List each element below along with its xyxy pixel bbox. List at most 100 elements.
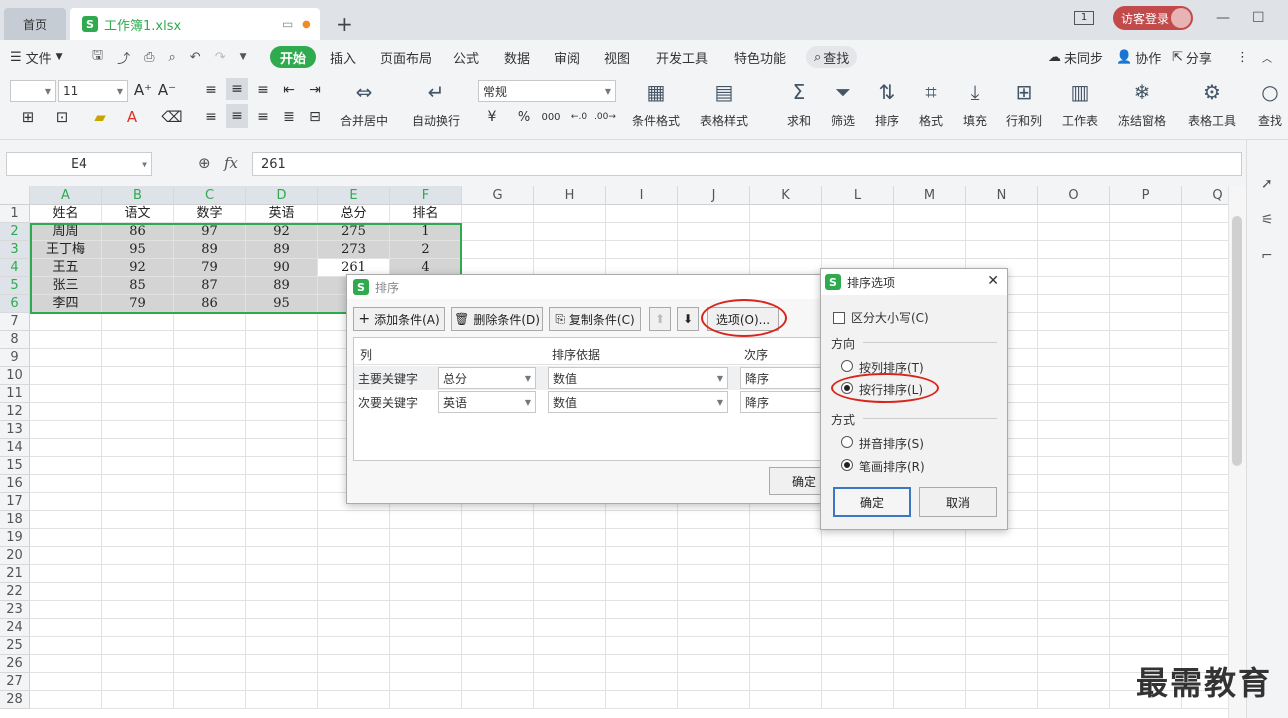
grid-cell[interactable] [30, 601, 102, 619]
row-header[interactable]: 18 [0, 511, 30, 529]
grid-cell[interactable] [1038, 421, 1110, 439]
options-ok-button[interactable]: 确定 [833, 487, 911, 517]
grid-cell[interactable] [894, 637, 966, 655]
export-icon[interactable]: ⤴ [117, 48, 130, 67]
grid-cell[interactable] [1182, 313, 1228, 331]
menu-tab-data[interactable]: 数据 [504, 46, 530, 68]
grid-cell[interactable] [1110, 205, 1182, 223]
grid-cell[interactable] [246, 673, 318, 691]
grid-cell[interactable] [318, 601, 390, 619]
grid-cell[interactable] [1110, 565, 1182, 583]
grid-cell[interactable] [30, 547, 102, 565]
grid-cell[interactable] [1038, 457, 1110, 475]
indent-decrease-icon[interactable]: ⇤ [278, 80, 300, 100]
grid-cell[interactable] [102, 583, 174, 601]
grid-cell[interactable]: 张三 [30, 277, 102, 295]
indent-increase-icon[interactable]: ⇥ [304, 80, 326, 100]
grid-cell[interactable]: 86 [174, 295, 246, 313]
grid-cell[interactable] [534, 511, 606, 529]
formula-input[interactable]: 261 [252, 152, 1242, 176]
grid-cell[interactable]: 87 [174, 277, 246, 295]
grid-cell[interactable] [606, 637, 678, 655]
primary-order-select[interactable]: 降序 [740, 367, 824, 389]
grid-cell[interactable] [678, 673, 750, 691]
grid-cell[interactable] [1038, 637, 1110, 655]
grid-cell[interactable]: 92 [102, 259, 174, 277]
grid-cell[interactable] [102, 601, 174, 619]
grid-cell[interactable] [30, 565, 102, 583]
fill-button[interactable]: ⤓ 填充 [962, 80, 988, 129]
grid-cell[interactable] [174, 457, 246, 475]
options-cancel-button[interactable]: 取消 [919, 487, 997, 517]
grid-cell[interactable] [1110, 313, 1182, 331]
grid-cell[interactable] [174, 367, 246, 385]
grid-cell[interactable] [390, 655, 462, 673]
grid-cell[interactable] [678, 655, 750, 673]
grid-cell[interactable] [534, 619, 606, 637]
grid-cell[interactable] [1038, 565, 1110, 583]
grid-cell[interactable] [246, 637, 318, 655]
print-icon[interactable]: ⎙ [144, 50, 154, 65]
grid-cell[interactable] [174, 313, 246, 331]
undo-icon[interactable]: ↶ [190, 50, 201, 65]
grid-cell[interactable] [894, 583, 966, 601]
grid-cell[interactable] [1038, 331, 1110, 349]
grid-cell[interactable] [246, 601, 318, 619]
row-header[interactable]: 19 [0, 529, 30, 547]
grid-cell[interactable] [30, 403, 102, 421]
menu-tab-page-layout[interactable]: 页面布局 [380, 46, 432, 68]
row-header[interactable]: 28 [0, 691, 30, 709]
menu-tab-developer[interactable]: 开发工具 [656, 46, 708, 68]
grid-cell[interactable] [1110, 439, 1182, 457]
column-header[interactable]: Q [1182, 186, 1228, 205]
grid-cell[interactable] [1182, 241, 1228, 259]
freeze-panes-button[interactable]: ❄ 冻结窗格 [1118, 80, 1166, 129]
grid-cell[interactable] [534, 637, 606, 655]
grid-cell[interactable] [1110, 637, 1182, 655]
grid-cell[interactable] [318, 511, 390, 529]
column-header[interactable]: D [246, 186, 318, 205]
pointer-icon[interactable]: ➚ [1261, 176, 1273, 192]
grid-cell[interactable] [894, 619, 966, 637]
grid-cell[interactable] [102, 511, 174, 529]
grid-cell[interactable] [1182, 439, 1228, 457]
grid-cell[interactable] [30, 457, 102, 475]
grid-cell[interactable] [1182, 277, 1228, 295]
grid-cell[interactable]: 92 [246, 223, 318, 241]
grid-cell[interactable] [534, 691, 606, 709]
grid-cell[interactable] [1182, 295, 1228, 313]
row-header[interactable]: 8 [0, 331, 30, 349]
grid-cell[interactable] [102, 313, 174, 331]
thousands-icon[interactable]: 000 [540, 106, 562, 128]
grid-cell[interactable] [246, 655, 318, 673]
grid-cell[interactable] [966, 601, 1038, 619]
grid-cell[interactable] [894, 691, 966, 709]
grid-cell[interactable] [390, 565, 462, 583]
grid-cell[interactable] [1038, 619, 1110, 637]
grid-cell[interactable] [822, 529, 894, 547]
grid-cell[interactable] [30, 385, 102, 403]
collab-button[interactable]: 👤 协作 [1116, 46, 1161, 68]
copy-condition-button[interactable]: ⎘ 复制条件(C) [549, 307, 641, 331]
grid-cell[interactable] [462, 637, 534, 655]
grid-cell[interactable] [534, 655, 606, 673]
grid-cell[interactable] [822, 565, 894, 583]
secondary-basis-select[interactable]: 数值 ▼ [548, 391, 728, 413]
grid-cell[interactable] [750, 673, 822, 691]
row-header[interactable]: 21 [0, 565, 30, 583]
grid-cell[interactable] [1038, 529, 1110, 547]
format-button[interactable]: ⌗ 格式 [918, 80, 944, 129]
more-menu-icon[interactable]: ⋮ [1236, 46, 1249, 68]
grid-cell[interactable] [318, 637, 390, 655]
grid-cell[interactable] [1038, 655, 1110, 673]
grid-cell[interactable] [966, 529, 1038, 547]
grid-cell[interactable] [750, 565, 822, 583]
grid-cell[interactable] [246, 385, 318, 403]
collapse-ribbon-icon[interactable]: ︿ [1262, 46, 1272, 68]
grid-cell[interactable] [1110, 511, 1182, 529]
grid-cell[interactable] [1038, 511, 1110, 529]
grid-cell[interactable] [102, 403, 174, 421]
grid-cell[interactable] [606, 691, 678, 709]
sort-options-titlebar[interactable]: S 排序选项 ✕ [821, 269, 1007, 295]
radio-by-column[interactable]: 按列排序(T) [841, 359, 981, 375]
